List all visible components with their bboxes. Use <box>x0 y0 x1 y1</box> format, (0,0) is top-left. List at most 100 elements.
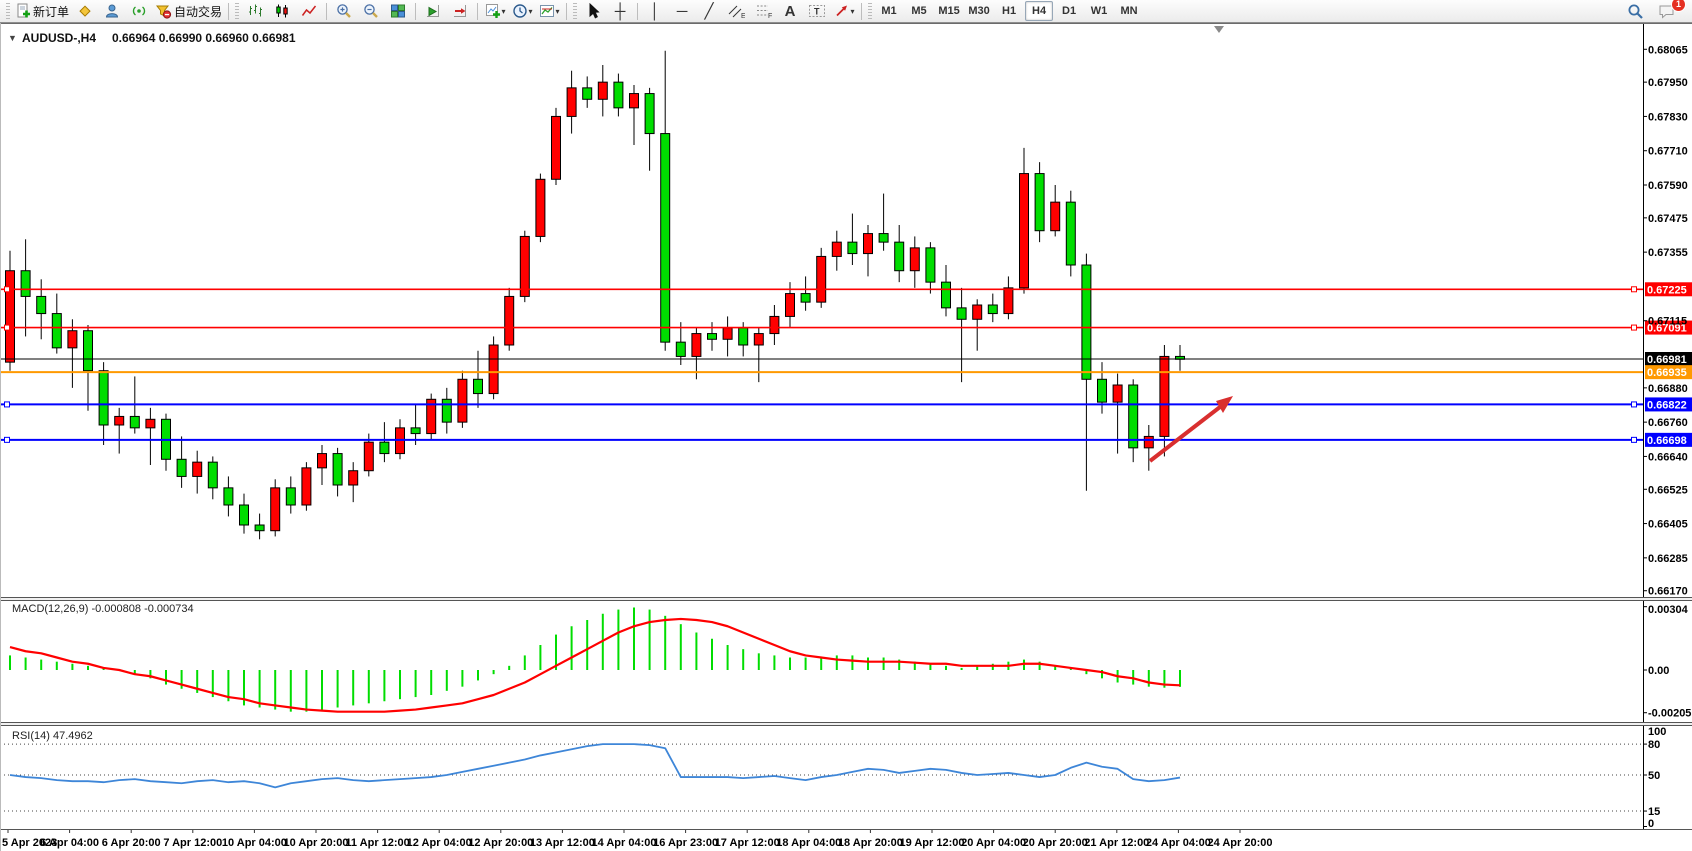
clock-icon <box>512 3 528 19</box>
zoom-in-button[interactable] <box>331 1 357 22</box>
time-axis-label: 20 Apr 20:00 <box>1023 837 1088 849</box>
hline-handle[interactable] <box>5 402 10 407</box>
rsi-label: RSI(14) 47.4962 <box>12 730 93 742</box>
separator <box>415 3 416 20</box>
timeframe-button-h1[interactable]: H1 <box>995 1 1023 21</box>
trendline-tool-button[interactable]: ╱ <box>696 1 722 22</box>
periods-button[interactable]: ▾ <box>509 1 535 22</box>
tile-windows-button[interactable] <box>385 1 411 22</box>
dropdown-caret-icon: ▾ <box>556 7 560 16</box>
fibonacci-tool-button[interactable]: F <box>750 1 776 22</box>
toolbar-grip[interactable] <box>868 3 872 20</box>
price-axis-tick: 0.67830 <box>1648 111 1688 123</box>
chart-area[interactable]: 0.672250.670910.669810.669350.668220.666… <box>0 23 1692 851</box>
hline-handle[interactable] <box>5 325 10 330</box>
chart-shift-button[interactable] <box>447 1 473 22</box>
symbol-collapse-icon[interactable]: ▼ <box>8 33 17 43</box>
vertical-line-tool-button[interactable]: │ <box>642 1 668 22</box>
timeframe-button-m5[interactable]: M5 <box>905 1 933 21</box>
arrows-icon <box>834 3 850 19</box>
time-axis-label: 17 Apr 12:00 <box>715 837 780 849</box>
price-tag-text: 0.66981 <box>1647 354 1687 366</box>
auto-scroll-button[interactable] <box>420 1 446 22</box>
price-tag-text: 0.67225 <box>1647 284 1687 296</box>
price-axis-tick: 0.66880 <box>1648 383 1688 395</box>
vertical-line-icon: │ <box>650 4 659 19</box>
search-button[interactable] <box>1622 1 1648 22</box>
arrows-tool-button[interactable]: ▾ <box>831 1 857 22</box>
text-tool-button[interactable]: A <box>777 1 803 22</box>
hline-handle[interactable] <box>1632 287 1637 292</box>
chart-shift-icon <box>452 3 468 19</box>
candle <box>427 394 436 440</box>
macd-label: MACD(12,26,9) -0.000808 -0.000734 <box>12 603 194 615</box>
timeframe-button-w1[interactable]: W1 <box>1085 1 1113 21</box>
timeframe-button-m15[interactable]: M15 <box>935 1 963 21</box>
rsi-axis-tick: 50 <box>1648 770 1660 782</box>
notification-badge: 1 <box>1671 0 1686 12</box>
chart-title: AUDUSD-,H4 <box>22 31 96 45</box>
separator <box>637 3 638 20</box>
timeframe-button-d1[interactable]: D1 <box>1055 1 1083 21</box>
auto-trading-icon <box>155 3 172 19</box>
timeframe-button-mn[interactable]: MN <box>1115 1 1143 21</box>
time-axis-label: 21 Apr 12:00 <box>1084 837 1149 849</box>
candle <box>458 371 467 428</box>
bar-chart-icon <box>247 3 263 19</box>
toolbar-grip[interactable] <box>6 3 10 20</box>
cursor-tool-button[interactable] <box>580 1 606 22</box>
chart-quote-line: 0.66964 0.66990 0.66960 0.66981 <box>112 31 296 45</box>
horizontal-line-tool-button[interactable]: ─ <box>669 1 695 22</box>
hline-handle[interactable] <box>5 287 10 292</box>
gold-button[interactable] <box>72 1 98 22</box>
time-axis-label: 10 Apr 20:00 <box>283 837 348 849</box>
hline-handle[interactable] <box>5 437 10 442</box>
timeframe-button-m1[interactable]: M1 <box>875 1 903 21</box>
fibonacci-icon: F <box>755 3 772 19</box>
price-axis-tick: 0.67950 <box>1648 77 1688 89</box>
hline-handle[interactable] <box>1632 437 1637 442</box>
zoom-in-icon <box>336 3 352 19</box>
auto-trading-button[interactable]: 自动交易 <box>153 1 224 22</box>
templates-button[interactable]: ▾ <box>536 1 562 22</box>
price-axis-tick: 0.68065 <box>1648 44 1688 56</box>
time-axis-label: 7 Apr 12:00 <box>163 837 222 849</box>
bar-chart-mode-button[interactable] <box>242 1 268 22</box>
chart-background <box>0 23 1692 851</box>
candle <box>817 248 826 308</box>
toolbar-grip[interactable] <box>235 3 239 20</box>
hline-handle[interactable] <box>1632 402 1637 407</box>
signal-button[interactable] <box>126 1 152 22</box>
toolbar-grip[interactable] <box>573 3 577 20</box>
new-order-label: 新订单 <box>33 3 69 20</box>
price-axis-tick: 0.66640 <box>1648 451 1688 463</box>
channel-tool-button[interactable]: E <box>723 1 749 22</box>
indicators-button[interactable]: ▾ <box>482 1 508 22</box>
time-axis-label: 19 Apr 12:00 <box>899 837 964 849</box>
candle <box>536 174 545 243</box>
toolbar-right-group: 1 <box>1622 1 1688 22</box>
candlestick-icon <box>274 3 290 19</box>
price-tag-text: 0.66698 <box>1647 435 1687 447</box>
candlestick-mode-button[interactable] <box>269 1 295 22</box>
line-chart-mode-button[interactable] <box>296 1 322 22</box>
candle <box>520 231 529 302</box>
candle <box>505 288 514 351</box>
dropdown-caret-icon: ▾ <box>529 7 533 16</box>
crosshair-icon: ┼ <box>615 4 626 19</box>
cursor-icon <box>585 3 601 19</box>
zoom-out-button[interactable] <box>358 1 384 22</box>
time-axis-label: 24 Apr 04:00 <box>1146 837 1211 849</box>
new-order-button[interactable]: 新订单 <box>13 1 71 22</box>
crosshair-tool-button[interactable]: ┼ <box>607 1 633 22</box>
hline-handle[interactable] <box>1632 325 1637 330</box>
notifications-button[interactable]: 1 <box>1654 1 1680 22</box>
price-axis-tick: 0.67475 <box>1648 213 1688 225</box>
time-axis-label: 20 Apr 04:00 <box>961 837 1026 849</box>
label-tool-button[interactable]: T <box>804 1 830 22</box>
candle <box>271 479 280 536</box>
community-button[interactable] <box>99 1 125 22</box>
timeframe-button-m30[interactable]: M30 <box>965 1 993 21</box>
timeframe-bar: M1M5M15M30H1H4D1W1MN <box>875 1 1143 21</box>
timeframe-button-h4[interactable]: H4 <box>1025 1 1053 21</box>
